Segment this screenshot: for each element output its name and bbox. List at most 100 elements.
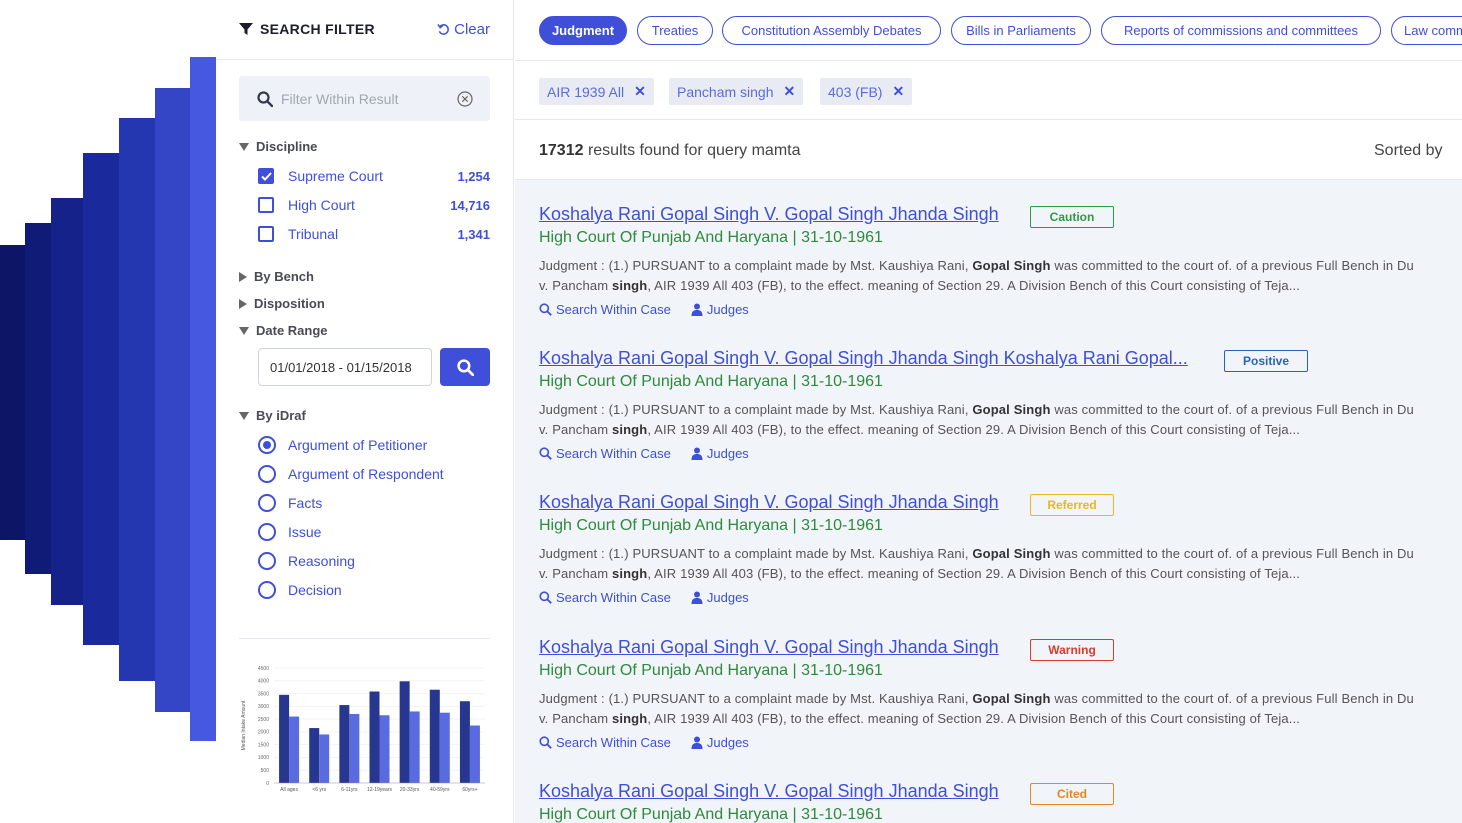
discipline-heading[interactable]: Discipline (239, 139, 317, 154)
radio-button[interactable] (258, 552, 276, 570)
sidebar-title-text: SEARCH FILTER (260, 21, 375, 37)
judges-link[interactable]: Judges (691, 446, 749, 461)
judges-link[interactable]: Judges (691, 590, 749, 605)
checkbox[interactable] (258, 168, 274, 184)
chart-bar (429, 689, 440, 783)
result-title-link[interactable]: Koshalya Rani Gopal Singh V. Gopal Singh… (539, 637, 999, 658)
discipline-option[interactable]: Tribunal 1,341 (258, 224, 490, 244)
date-search-button[interactable] (440, 348, 490, 386)
idraf-option[interactable]: Decision (258, 580, 342, 600)
result-title-link[interactable]: Koshalya Rani Gopal Singh V. Gopal Singh… (539, 348, 1188, 369)
clear-input-icon[interactable] (457, 90, 473, 107)
tab-bills-in-parliaments[interactable]: Bills in Parliaments (951, 16, 1091, 45)
remove-chip-icon[interactable]: ✕ (784, 83, 796, 100)
checkmark-icon (260, 171, 272, 181)
chart-bar (399, 681, 410, 783)
app-root: SEARCH FILTER Clear Discipline Supreme C… (0, 0, 1462, 823)
search-within-case-link[interactable]: Search Within Case (539, 446, 671, 461)
results-count: 17312 (539, 142, 584, 159)
search-within-case-link[interactable]: Search Within Case (539, 302, 671, 317)
by-idraf-heading[interactable]: By iDraf (239, 408, 306, 423)
tab-constitution-assembly-debates[interactable]: Constitution Assembly Debates (722, 16, 941, 45)
discipline-option[interactable]: Supreme Court 1,254 (258, 166, 490, 186)
idraf-option-label: Issue (288, 524, 322, 540)
clear-button[interactable]: Clear (437, 21, 490, 38)
main-content: Judgment Treaties Constitution Assembly … (515, 0, 1462, 823)
chart-bar (469, 725, 480, 783)
result-snippet: Judgment : (1.) PURSUANT to a complaint … (539, 258, 1414, 293)
idraf-option[interactable]: Argument of Respondent (258, 464, 444, 484)
chart-bar (459, 701, 470, 783)
radio-button[interactable] (258, 436, 276, 454)
y-tick-label: 1000 (258, 755, 269, 761)
status-badge: Referred (1030, 494, 1114, 516)
discipline-option-label: Supreme Court (288, 168, 383, 184)
discipline-label: Discipline (256, 139, 318, 154)
search-icon (257, 90, 273, 107)
tab-law-commission[interactable]: Law comm (1391, 16, 1462, 45)
by-bench-heading[interactable]: By Bench (239, 269, 314, 284)
remove-chip-icon[interactable]: ✕ (634, 83, 646, 100)
results-list: Koshalya Rani Gopal Singh V. Gopal Singh… (515, 180, 1462, 823)
y-tick-label: 3000 (258, 704, 269, 710)
discipline-option-count: 1,341 (457, 226, 490, 242)
discipline-option[interactable]: High Court 14,716 (258, 195, 490, 215)
chart-bar (319, 734, 330, 783)
tab-treaties[interactable]: Treaties (637, 16, 713, 45)
search-icon (539, 447, 552, 460)
result-court-date: High Court Of Punjab And Haryana | 31-10… (539, 806, 883, 823)
chart-bar (379, 715, 390, 783)
idraf-option[interactable]: Issue (258, 522, 321, 542)
radio-button[interactable] (258, 494, 276, 512)
filter-input[interactable] (281, 90, 451, 107)
idraf-option[interactable]: Argument of Petitioner (258, 435, 427, 455)
disposition-heading[interactable]: Disposition (239, 296, 325, 311)
search-within-case-link[interactable]: Search Within Case (539, 735, 671, 750)
by-bench-label: By Bench (254, 269, 314, 284)
date-range-heading[interactable]: Date Range (239, 323, 328, 338)
result-actions: Search Within Case Judges (539, 735, 749, 750)
result-title-link[interactable]: Koshalya Rani Gopal Singh V. Gopal Singh… (539, 204, 999, 225)
collapse-icon (239, 411, 249, 420)
idraf-option[interactable]: Reasoning (258, 551, 355, 571)
chart-bar (289, 716, 300, 783)
median-intake-chart: 0 500 1000 1500 2000 2500 3000 3500 4000 4500 Medi… (241, 666, 485, 793)
chart-bar (279, 694, 290, 783)
active-filter-chips: AIR 1939 All ✕ Pancham singh ✕ 403 (FB) … (515, 61, 1462, 120)
filter-chip: AIR 1939 All ✕ (539, 78, 654, 105)
result-court-date: High Court Of Punjab And Haryana | 31-10… (539, 229, 883, 246)
result-title-link[interactable]: Koshalya Rani Gopal Singh V. Gopal Singh… (539, 492, 999, 513)
chart-bar (309, 728, 320, 783)
checkbox[interactable] (258, 226, 274, 242)
radio-button[interactable] (258, 465, 276, 483)
judges-link[interactable]: Judges (691, 735, 749, 750)
remove-chip-icon[interactable]: ✕ (892, 83, 904, 100)
judge-icon (691, 303, 703, 316)
tab-reports-of-commissions[interactable]: Reports of commissions and committees (1101, 16, 1381, 45)
y-tick-label: 2500 (258, 717, 269, 723)
by-idraf-label: By iDraf (256, 408, 306, 423)
y-tick-label: 4000 (258, 679, 269, 685)
judges-link[interactable]: Judges (691, 302, 749, 317)
undo-icon (437, 23, 450, 35)
checkbox[interactable] (258, 197, 274, 213)
result-snippet: Judgment : (1.) PURSUANT to a complaint … (539, 691, 1414, 726)
search-icon (539, 303, 552, 316)
y-tick-label: 4500 (258, 666, 269, 672)
date-range-label: Date Range (256, 323, 328, 338)
radio-button[interactable] (258, 523, 276, 541)
results-query-text: results found for query mamta (587, 142, 801, 159)
filter-icon (239, 23, 253, 35)
idraf-option-label: Argument of Petitioner (288, 437, 428, 453)
result-title-link[interactable]: Koshalya Rani Gopal Singh V. Gopal Singh… (539, 781, 999, 802)
search-within-case-link[interactable]: Search Within Case (539, 590, 671, 605)
idraf-option[interactable]: Facts (258, 493, 322, 513)
y-tick-label: 1500 (258, 742, 269, 748)
date-range-input[interactable]: 01/01/2018 - 01/15/2018 (258, 348, 432, 386)
chart-bar (349, 714, 360, 783)
radio-button[interactable] (258, 581, 276, 599)
tab-judgment[interactable]: Judgment (539, 16, 627, 45)
x-tick-label: 12-19years (367, 787, 393, 793)
result-actions: Search Within Case Judges (539, 302, 749, 317)
sorted-by-dropdown[interactable]: Sorted by (1374, 142, 1442, 160)
